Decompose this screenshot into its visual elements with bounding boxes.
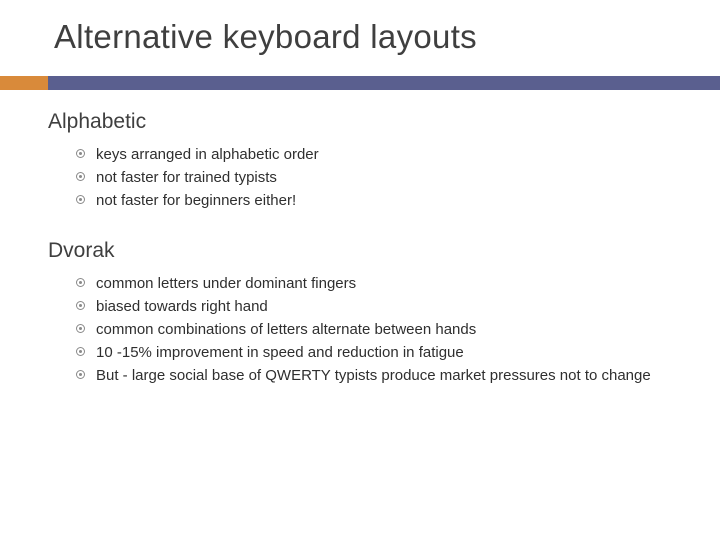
slide-content: Alphabetic keys arranged in alphabetic o…	[0, 92, 720, 386]
list-item-text: not faster for trained typists	[96, 169, 277, 186]
list-item: not faster for beginners either!	[76, 190, 672, 211]
list-item-text: common letters under dominant fingers	[96, 275, 356, 292]
list-item-text: 10 -15% improvement in speed and reducti…	[96, 344, 464, 361]
list-item-text: not faster for beginners either!	[96, 192, 296, 209]
section-heading: Alphabetic	[48, 110, 672, 134]
list-item-text: common combinations of letters alternate…	[96, 321, 476, 338]
section-dvorak: Dvorak common letters under dominant fin…	[48, 239, 672, 386]
slide-title: Alternative keyboard layouts	[48, 18, 672, 56]
bullet-icon	[76, 195, 85, 204]
bullet-list: keys arranged in alphabetic order not fa…	[48, 144, 672, 211]
bullet-icon	[76, 172, 85, 181]
slide: Alternative keyboard layouts	[0, 0, 720, 56]
list-item-text: keys arranged in alphabetic order	[96, 146, 319, 163]
bullet-icon	[76, 278, 85, 287]
list-item: not faster for trained typists	[76, 167, 672, 188]
list-item: common combinations of letters alternate…	[76, 319, 672, 340]
list-item: But - large social base of QWERTY typist…	[76, 365, 672, 386]
bullet-icon	[76, 149, 85, 158]
bullet-icon	[76, 301, 85, 310]
accent-tab	[0, 76, 48, 90]
list-item: biased towards right hand	[76, 296, 672, 317]
list-item-text: But - large social base of QWERTY typist…	[96, 367, 651, 384]
bullet-icon	[76, 347, 85, 356]
section-heading: Dvorak	[48, 239, 672, 263]
section-alphabetic: Alphabetic keys arranged in alphabetic o…	[48, 110, 672, 211]
accent-bar	[0, 76, 720, 90]
bullet-icon	[76, 324, 85, 333]
list-item: 10 -15% improvement in speed and reducti…	[76, 342, 672, 363]
bullet-icon	[76, 370, 85, 379]
bullet-list: common letters under dominant fingers bi…	[48, 273, 672, 386]
list-item: common letters under dominant fingers	[76, 273, 672, 294]
list-item: keys arranged in alphabetic order	[76, 144, 672, 165]
list-item-text: biased towards right hand	[96, 298, 268, 315]
